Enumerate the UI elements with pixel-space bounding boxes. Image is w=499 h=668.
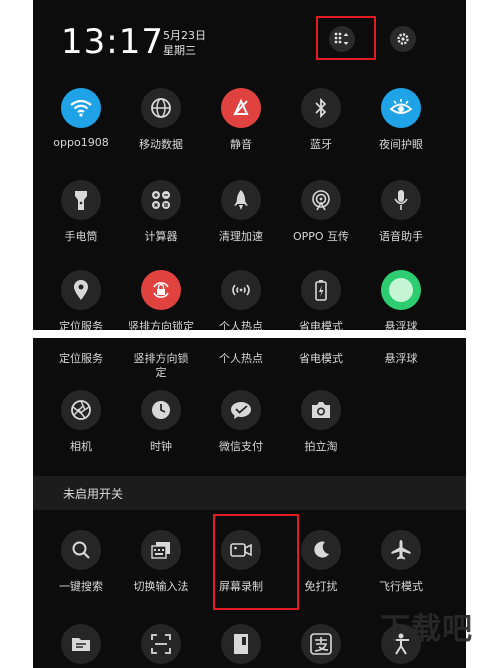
eye-icon bbox=[381, 88, 421, 128]
tile-mobile-data[interactable]: 移动数据 bbox=[121, 88, 201, 158]
tile-label: 静音 bbox=[230, 138, 252, 151]
tile-wechat-pay[interactable]: 微信支付 bbox=[201, 390, 281, 460]
tile-label: 个人热点 bbox=[219, 352, 263, 365]
globe-icon bbox=[141, 88, 181, 128]
section-title: 未启用开关 bbox=[63, 487, 124, 501]
scan-icon bbox=[141, 624, 181, 664]
tile-label: 夜间护眼 bbox=[379, 138, 423, 151]
tile-label: 悬浮球 bbox=[384, 352, 418, 365]
float-ball-icon bbox=[381, 270, 421, 310]
tile-label: 手电筒 bbox=[64, 230, 98, 243]
wechat-pay-icon bbox=[221, 390, 261, 430]
tile-wifi[interactable]: oppo1908 bbox=[41, 88, 121, 158]
tile-power-saving[interactable]: 省电模式 bbox=[281, 270, 361, 330]
tile-label: 一键搜索 bbox=[59, 580, 103, 593]
wifi-icon bbox=[61, 88, 101, 128]
tile-camera[interactable]: 相机 bbox=[41, 390, 121, 460]
tile-float-ball[interactable]: 悬浮球 bbox=[361, 270, 441, 330]
section-header-disabled: 未启用开关 bbox=[33, 476, 466, 510]
airplane-icon bbox=[381, 530, 421, 570]
tile-voice-assistant[interactable]: 语音助手 bbox=[361, 180, 441, 250]
tile-label: 省电模式 bbox=[299, 352, 343, 365]
tile-label: 定位服务 bbox=[59, 352, 103, 365]
tile-flashlight[interactable]: 手电筒 bbox=[41, 180, 121, 250]
moon-icon bbox=[301, 530, 341, 570]
battery-icon bbox=[301, 270, 341, 310]
tile-label: 竖排方向锁定 bbox=[128, 320, 194, 330]
quick-settings-top: 13:17 5月23日 星期三 oppo1908 移动数据 静音 蓝牙 夜间护眼… bbox=[33, 0, 466, 330]
flashlight-icon bbox=[61, 180, 101, 220]
rocket-icon bbox=[221, 180, 261, 220]
watermark-logo: 下载吧 bbox=[380, 612, 473, 647]
tile-input-method[interactable]: 切换输入法 bbox=[121, 530, 201, 600]
tile-oppo-share[interactable]: OPPO 互传 bbox=[281, 180, 361, 250]
tile-calculator[interactable]: 计算器 bbox=[121, 180, 201, 250]
tile-location[interactable]: 定位服务 bbox=[41, 270, 121, 330]
tile-rotation-lock[interactable]: 竖排方向锁定 bbox=[121, 270, 201, 330]
document-icon bbox=[221, 624, 261, 664]
tile-label: 定位服务 bbox=[59, 320, 103, 330]
tile-label: 清理加速 bbox=[219, 230, 263, 243]
folder-icon bbox=[61, 624, 101, 664]
tile-partial-2[interactable] bbox=[121, 624, 201, 668]
tile-pailitao[interactable]: 拍立淘 bbox=[281, 390, 361, 460]
tile-label: 飞行模式 bbox=[379, 580, 423, 593]
tile-label: 免打扰 bbox=[304, 580, 338, 593]
tile-label-wrap: 定 bbox=[155, 366, 167, 379]
tile-clock[interactable]: 时钟 bbox=[121, 390, 201, 460]
tile-label: OPPO 互传 bbox=[292, 230, 350, 243]
tile-label: 拍立淘 bbox=[304, 440, 338, 453]
settings-button[interactable] bbox=[390, 26, 416, 52]
status-date: 5月23日 bbox=[163, 29, 206, 42]
tile-mute[interactable]: 静音 bbox=[201, 88, 281, 158]
tile-label: 时钟 bbox=[150, 440, 172, 453]
status-time: 13:17 bbox=[61, 22, 164, 62]
search-icon bbox=[61, 530, 101, 570]
location-pin-icon bbox=[61, 270, 101, 310]
clock-icon bbox=[141, 390, 181, 430]
tile-label: 移动数据 bbox=[139, 138, 183, 151]
tile-do-not-disturb[interactable]: 免打扰 bbox=[281, 530, 361, 600]
calculator-icon bbox=[141, 180, 181, 220]
tile-label: 相机 bbox=[70, 440, 92, 453]
photo-camera-icon bbox=[301, 390, 341, 430]
tile-bluetooth[interactable]: 蓝牙 bbox=[281, 88, 361, 158]
tile-partial-4[interactable] bbox=[281, 624, 361, 668]
tile-cleanup[interactable]: 清理加速 bbox=[201, 180, 281, 250]
tile-label: 蓝牙 bbox=[310, 138, 332, 151]
tile-partial-1[interactable] bbox=[41, 624, 121, 668]
tile-label: 省电模式 bbox=[299, 320, 343, 330]
tile-label: 语音助手 bbox=[379, 230, 423, 243]
highlight-box-edit bbox=[316, 16, 376, 60]
tile-label: 切换输入法 bbox=[133, 580, 189, 593]
tile-label: 个人热点 bbox=[219, 320, 263, 330]
alipay-icon bbox=[301, 624, 341, 664]
rotation-lock-icon bbox=[141, 270, 181, 310]
status-weekday: 星期三 bbox=[163, 44, 196, 57]
tile-label: 悬浮球 bbox=[384, 320, 418, 330]
keyboard-icon bbox=[141, 530, 181, 570]
tile-search[interactable]: 一键搜索 bbox=[41, 530, 121, 600]
hotspot-icon bbox=[221, 270, 261, 310]
tile-hotspot[interactable]: 个人热点 bbox=[201, 270, 281, 330]
tile-airplane-mode[interactable]: 飞行模式 bbox=[361, 530, 441, 600]
microphone-icon bbox=[381, 180, 421, 220]
tile-partial-3[interactable] bbox=[201, 624, 281, 668]
tile-label: 微信支付 bbox=[219, 440, 263, 453]
mute-icon bbox=[221, 88, 261, 128]
share-icon bbox=[301, 180, 341, 220]
tile-night-mode[interactable]: 夜间护眼 bbox=[361, 88, 441, 158]
gear-icon bbox=[397, 33, 409, 45]
bluetooth-icon bbox=[301, 88, 341, 128]
tile-label: 计算器 bbox=[144, 230, 178, 243]
tile-label: oppo1908 bbox=[53, 136, 109, 149]
camera-aperture-icon bbox=[61, 390, 101, 430]
